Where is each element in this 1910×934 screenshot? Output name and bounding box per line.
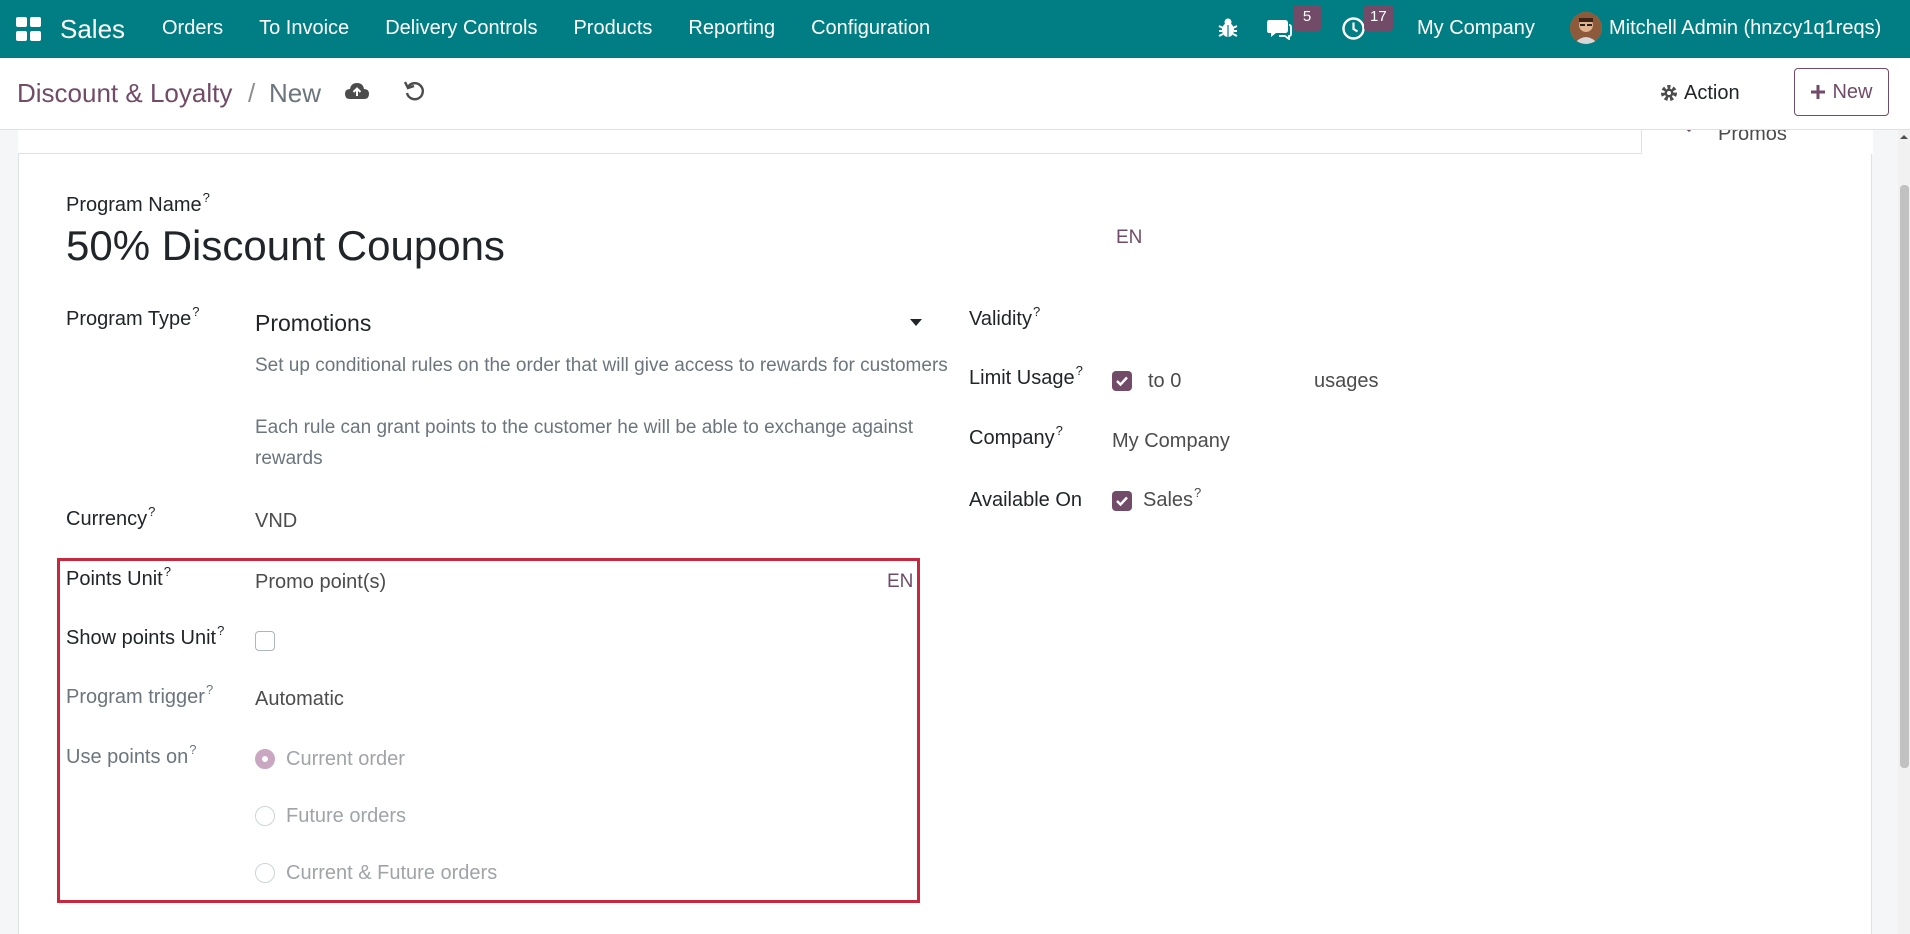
validity-label: Validity?	[969, 304, 1041, 330]
menu-delivery-controls[interactable]: Delivery Controls	[385, 17, 537, 40]
points-unit-language[interactable]: EN	[887, 571, 913, 593]
breadcrumb-current: New	[269, 78, 322, 108]
available-on-label: Available On	[969, 489, 1083, 511]
main-menu: Orders To Invoice Delivery Controls Prod…	[162, 17, 966, 40]
currency-field[interactable]: VND	[255, 510, 297, 533]
radio-current-order[interactable]	[255, 749, 275, 769]
new-label: New	[1832, 80, 1873, 103]
new-button[interactable]: New	[1794, 68, 1889, 116]
breadcrumb-separator: /	[248, 78, 256, 108]
usages-text: usages	[1314, 370, 1379, 392]
limit-usage-label: Limit Usage?	[969, 363, 1083, 389]
bug-icon[interactable]	[1217, 17, 1239, 39]
program-type-help-2: Each rule can grant points to the custom…	[255, 417, 914, 469]
gear-icon	[1661, 85, 1677, 101]
max-usage-input[interactable]: to 0	[1148, 370, 1181, 393]
points-unit-label: Points Unit?	[66, 564, 171, 590]
chat-icon[interactable]	[1266, 16, 1292, 40]
chat-count-badge: 5	[1293, 5, 1321, 31]
radio-future-orders-label[interactable]: Future orders	[286, 805, 406, 828]
menu-reporting[interactable]: Reporting	[688, 17, 775, 40]
program-type-help-1: Set up conditional rules on the order th…	[255, 355, 948, 376]
use-points-on-label: Use points on?	[66, 742, 197, 768]
top-navbar: Sales Orders To Invoice Delivery Control…	[0, 0, 1910, 58]
activity-clock-icon[interactable]	[1341, 16, 1366, 41]
check-icon	[1116, 496, 1128, 507]
menu-configuration[interactable]: Configuration	[811, 17, 930, 40]
menu-to-invoice[interactable]: To Invoice	[259, 17, 349, 40]
program-name-language[interactable]: EN	[1116, 227, 1142, 249]
control-panel: Discount & Loyalty / New Action New	[0, 58, 1910, 130]
program-type-select[interactable]: Promotions	[255, 310, 371, 337]
currency-label: Currency?	[66, 504, 156, 530]
user-avatar[interactable]	[1570, 12, 1602, 44]
promos-label: Promos	[1718, 130, 1787, 145]
limit-usage-checkbox[interactable]	[1112, 371, 1132, 391]
points-unit-input[interactable]: Promo point(s)	[255, 571, 386, 594]
apps-grid-icon[interactable]	[16, 17, 42, 41]
promos-smart-button[interactable]: Promos	[1641, 130, 1873, 154]
menu-orders[interactable]: Orders	[162, 17, 223, 40]
chevron-down-icon[interactable]	[910, 319, 922, 326]
plus-icon	[1811, 85, 1826, 99]
scrollbar-thumb[interactable]	[1900, 185, 1909, 768]
action-menu-button[interactable]: Action	[1660, 76, 1740, 110]
radio-future-orders[interactable]	[255, 806, 275, 826]
program-trigger-label: Program trigger?	[66, 682, 214, 708]
company-field[interactable]: My Company	[1112, 430, 1230, 453]
company-switcher[interactable]: My Company	[1417, 17, 1535, 40]
show-points-unit-label: Show points Unit?	[66, 623, 225, 649]
radio-current-future-orders-label[interactable]: Current & Future orders	[286, 862, 497, 885]
discard-undo-icon[interactable]	[403, 79, 427, 103]
program-trigger-field: Automatic	[255, 688, 344, 710]
breadcrumb-discount-loyalty[interactable]: Discount & Loyalty	[17, 78, 232, 109]
cloud-upload-save-icon[interactable]	[344, 80, 370, 102]
available-sales-checkbox[interactable]	[1112, 491, 1132, 511]
company-label: Company?	[969, 423, 1063, 449]
user-menu[interactable]: Mitchell Admin (hnzcy1q1reqs)	[1609, 17, 1881, 40]
show-points-unit-checkbox[interactable]	[255, 631, 275, 651]
check-icon	[1116, 376, 1128, 387]
program-name-input[interactable]: 50% Discount Coupons	[66, 222, 505, 270]
radio-current-order-label[interactable]: Current order	[286, 748, 405, 771]
program-name-label: Program Name?	[66, 190, 210, 216]
scroll-up-arrow-icon[interactable]	[1899, 132, 1909, 142]
activity-count-badge: 17	[1364, 5, 1393, 31]
action-label: Action	[1684, 81, 1740, 104]
program-type-label: Program Type?	[66, 304, 200, 330]
highlight-box	[57, 558, 920, 903]
app-name[interactable]: Sales	[60, 14, 125, 45]
tag-icon	[1686, 130, 1692, 132]
radio-current-future-orders[interactable]	[255, 863, 275, 883]
smart-button-box	[18, 130, 1872, 154]
menu-products[interactable]: Products	[573, 17, 652, 40]
available-sales-label: Sales?	[1143, 485, 1202, 511]
